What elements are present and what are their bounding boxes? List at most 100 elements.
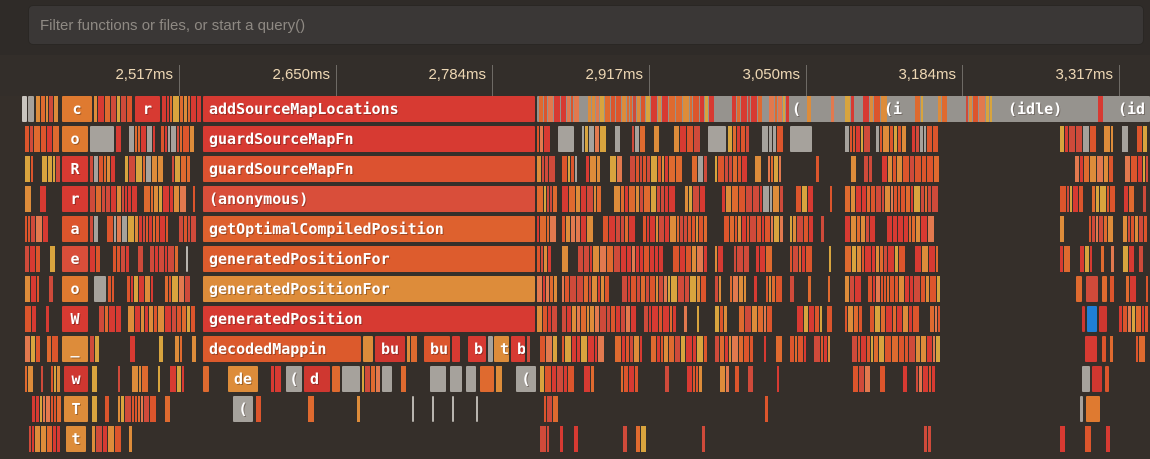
frame-d[interactable]: d [304, 366, 330, 392]
flame-frame[interactable] [676, 96, 682, 122]
flame-frame[interactable] [175, 246, 178, 272]
flame-frame[interactable] [99, 156, 103, 182]
flame-frame[interactable] [763, 186, 769, 212]
flame-frame[interactable] [116, 306, 121, 332]
flame-frame[interactable] [815, 306, 819, 332]
flame-frame[interactable] [764, 336, 766, 362]
flame-frame[interactable] [496, 366, 502, 392]
flame-frame[interactable] [146, 216, 148, 242]
flame-frame[interactable] [725, 156, 728, 182]
flame-frame[interactable] [678, 276, 684, 302]
flame-frame[interactable] [890, 126, 893, 152]
flame-frame[interactable] [689, 186, 692, 212]
flame-frame[interactable] [595, 126, 599, 152]
flame-frame[interactable] [880, 246, 883, 272]
flame-frame[interactable] [184, 216, 187, 242]
flame-frame[interactable] [671, 276, 677, 302]
flame-frame[interactable] [171, 126, 176, 152]
flame-frame[interactable] [739, 336, 743, 362]
flame-frame[interactable] [926, 276, 929, 302]
flame-frame[interactable] [1079, 186, 1083, 212]
flame-frame[interactable] [677, 216, 679, 242]
flame-frame[interactable] [1111, 246, 1114, 272]
flame-frame[interactable] [1142, 306, 1144, 332]
flame-frame[interactable] [571, 156, 574, 182]
flame-frame[interactable] [754, 276, 757, 302]
flame-frame[interactable] [90, 156, 93, 182]
flame-frame[interactable] [684, 216, 687, 242]
flame-frame[interactable] [121, 246, 125, 272]
flame-frame[interactable] [897, 306, 902, 332]
flame-frame[interactable] [637, 96, 640, 122]
flame-frame[interactable] [376, 366, 380, 392]
flame-frame[interactable] [673, 306, 676, 332]
flame-frame[interactable] [142, 366, 148, 392]
flame-frame[interactable] [874, 96, 880, 122]
flame-frame[interactable] [139, 366, 141, 392]
flame-frame[interactable] [561, 96, 566, 122]
flame-frame[interactable] [651, 186, 656, 212]
flame-frame[interactable] [185, 276, 190, 302]
frame-bu[interactable]: bu [424, 336, 450, 362]
flame-frame[interactable] [553, 336, 557, 362]
flame-frame[interactable] [128, 306, 134, 332]
flame-frame[interactable] [744, 276, 746, 302]
flame-frame[interactable] [726, 366, 729, 392]
flame-frame[interactable] [728, 126, 732, 152]
flame-frame[interactable] [1105, 366, 1109, 392]
flame-frame[interactable] [766, 246, 772, 272]
flame-frame[interactable] [799, 246, 801, 272]
flame-frame[interactable] [659, 216, 664, 242]
flame-frame[interactable] [641, 96, 645, 122]
flame-frame[interactable] [652, 306, 658, 332]
flame-frame[interactable] [145, 276, 150, 302]
flame-frame[interactable] [1073, 186, 1078, 212]
flame-frame[interactable] [25, 156, 30, 182]
flame-frame[interactable] [916, 126, 919, 152]
flame-frame[interactable] [170, 366, 176, 392]
flame-frame[interactable] [537, 216, 539, 242]
frame-de[interactable]: de [228, 366, 258, 392]
flame-frame[interactable] [165, 246, 167, 272]
flame-frame[interactable] [1087, 306, 1097, 332]
flame-frame[interactable] [177, 366, 181, 392]
flame-frame[interactable] [766, 276, 768, 302]
flame-frame[interactable] [162, 96, 166, 122]
flame-frame[interactable] [748, 366, 753, 392]
flame-frame[interactable] [105, 96, 110, 122]
flame-frame[interactable] [544, 186, 546, 212]
flame-frame[interactable] [94, 96, 97, 122]
flame-frame[interactable] [550, 216, 556, 242]
flame-frame[interactable] [40, 186, 46, 212]
flame-frame[interactable] [876, 276, 880, 302]
flame-frame[interactable] [675, 336, 680, 362]
flame-frame[interactable] [659, 276, 663, 302]
flame-frame[interactable] [762, 126, 768, 152]
flame-frame[interactable] [90, 216, 93, 242]
flame-frame[interactable] [1146, 156, 1148, 182]
flame-frame[interactable] [163, 186, 169, 212]
flame-frame[interactable] [105, 306, 108, 332]
flame-frame[interactable] [872, 246, 875, 272]
flame-frame[interactable] [54, 96, 58, 122]
flame-frame[interactable] [622, 96, 626, 122]
flame-frame[interactable] [804, 306, 808, 332]
frame-[interactable]: ( [286, 366, 302, 392]
flame-frame[interactable] [774, 156, 778, 182]
flame-frame[interactable] [547, 426, 549, 452]
flame-frame[interactable] [30, 246, 35, 272]
flame-frame[interactable] [1130, 276, 1136, 302]
flame-frame[interactable] [611, 96, 615, 122]
flame-frame[interactable] [646, 96, 650, 122]
flame-frame[interactable] [1083, 126, 1089, 152]
flame-frame[interactable] [184, 96, 187, 122]
flame-frame[interactable] [621, 186, 624, 212]
frame-generatedposition[interactable]: generatedPosition [203, 306, 535, 332]
flame-frame[interactable] [1060, 216, 1064, 242]
flame-frame[interactable] [700, 186, 705, 212]
flame-frame[interactable] [778, 96, 782, 122]
flame-frame[interactable] [704, 216, 707, 242]
flame-frame[interactable] [883, 126, 889, 152]
flame-frame[interactable] [141, 126, 146, 152]
flame-frame[interactable] [141, 396, 143, 422]
